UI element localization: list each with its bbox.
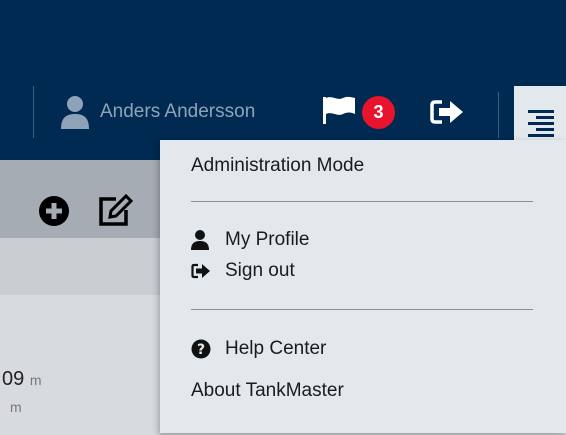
tank-value: 09 m [2,368,42,390]
menu-divider [191,309,533,310]
menu-divider [191,201,533,202]
user-menu[interactable]: Anders Andersson [60,94,255,130]
user-dropdown-menu: Administration Mode My Profile Sign out … [160,140,566,433]
tank-card [0,295,160,435]
sign-out-button[interactable] [430,99,466,130]
flag-icon [322,95,356,130]
menu-item-my-profile[interactable]: My Profile [191,229,309,251]
svg-text:?: ? [197,342,205,358]
menu-item-help-center[interactable]: ? Help Center [191,338,326,360]
sign-out-icon [191,263,213,279]
question-circle-icon: ? [191,339,213,359]
edit-button[interactable] [96,193,134,234]
add-circle-icon [38,196,70,231]
notification-badge: 3 [362,96,395,129]
menu-item-label: Help Center [225,338,327,359]
add-button[interactable] [38,195,70,232]
header-separator [33,86,34,138]
tank-unit: m [10,399,22,415]
menu-item-label: Administration Mode [191,155,365,176]
notifications-button[interactable]: 3 [322,95,395,130]
user-icon [60,95,90,129]
menu-item-label: About TankMaster [191,380,344,401]
menu-item-label: My Profile [225,229,310,250]
top-header [0,0,566,160]
menu-item-administration-mode[interactable]: Administration Mode [191,155,364,177]
menu-item-about[interactable]: About TankMaster [191,380,344,402]
menu-item-sign-out[interactable]: Sign out [191,260,295,282]
user-name: Anders Andersson [100,101,256,122]
user-icon [191,230,213,250]
menu-item-label: Sign out [225,260,295,281]
header-separator [498,92,499,138]
sign-out-icon [430,100,466,129]
edit-icon [96,193,134,233]
